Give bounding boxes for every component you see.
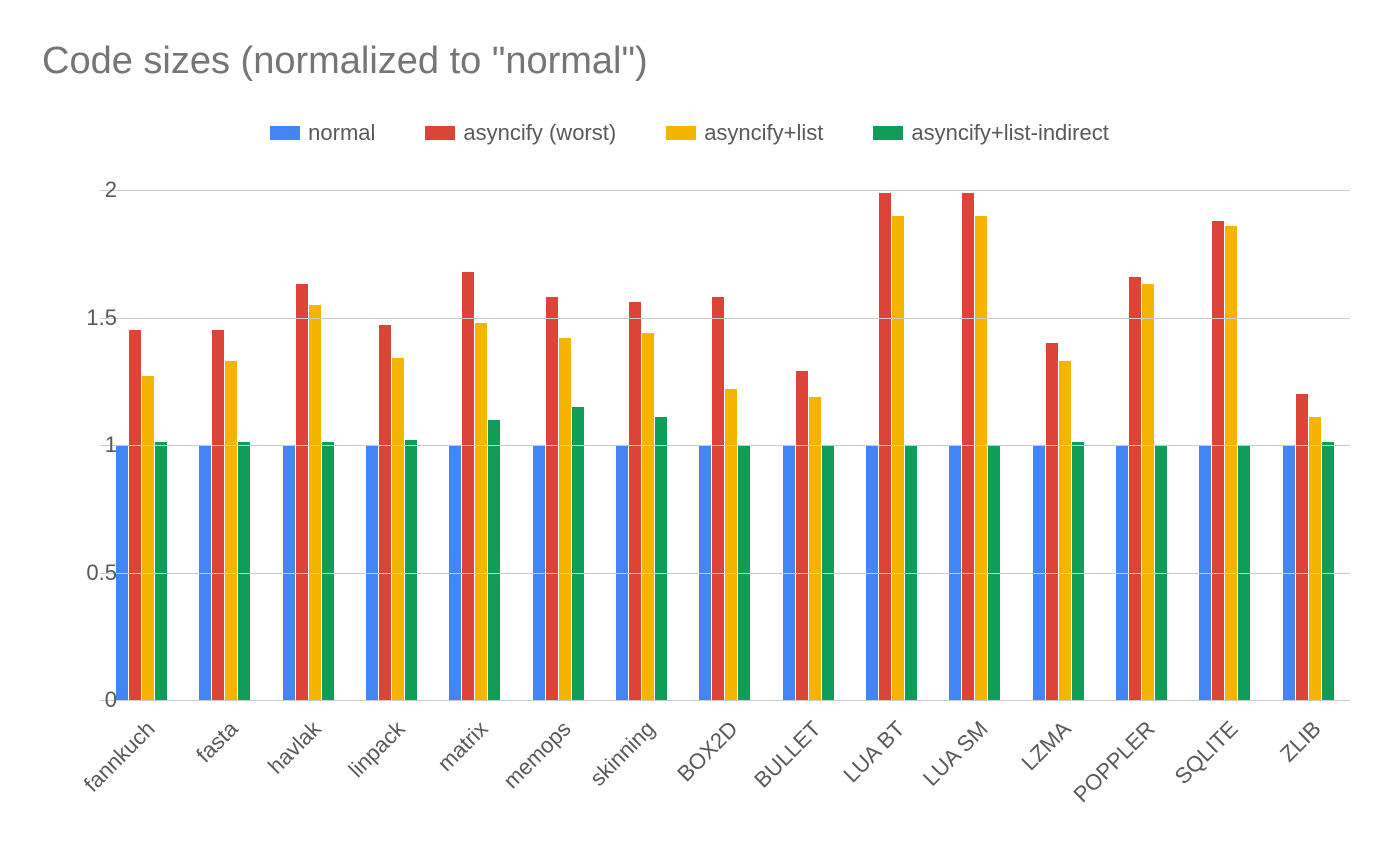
bar xyxy=(892,216,904,701)
x-label-slot: SQLITE xyxy=(1183,704,1266,834)
bar xyxy=(809,397,821,700)
x-tick-label: BOX2D xyxy=(672,716,743,787)
x-label-slot: fannkuch xyxy=(100,704,183,834)
legend-item: asyncify (worst) xyxy=(425,120,616,146)
bar xyxy=(962,193,974,700)
legend-item: asyncify+list xyxy=(666,120,823,146)
chart-title: Code sizes (normalized to "normal") xyxy=(42,40,648,83)
bar xyxy=(559,338,571,700)
x-tick-label: fannkuch xyxy=(79,716,161,798)
x-label-slot: havlak xyxy=(267,704,350,834)
y-tick-label: 2 xyxy=(57,177,117,203)
x-tick-label: ZLIB xyxy=(1275,716,1326,767)
x-label-slot: fasta xyxy=(183,704,266,834)
x-tick-label: havlak xyxy=(263,716,326,779)
bar xyxy=(392,358,404,700)
legend-label: asyncify+list xyxy=(704,120,823,146)
bar xyxy=(572,407,584,700)
bar xyxy=(655,417,667,700)
x-tick-label: fasta xyxy=(191,716,243,768)
bar xyxy=(1072,442,1084,700)
bar xyxy=(462,272,474,700)
bar xyxy=(975,216,987,701)
x-tick-label: matrix xyxy=(433,716,494,777)
x-tick-label: linpack xyxy=(343,716,410,783)
x-label-slot: ZLIB xyxy=(1267,704,1350,834)
bar xyxy=(309,305,321,700)
x-axis-labels: fannkuchfastahavlaklinpackmatrixmemopssk… xyxy=(100,704,1350,834)
gridline xyxy=(100,445,1350,446)
legend-swatch xyxy=(425,126,455,140)
bar xyxy=(1046,343,1058,700)
bar xyxy=(296,284,308,700)
bar xyxy=(1225,226,1237,700)
bar xyxy=(129,330,141,700)
legend-item: asyncify+list-indirect xyxy=(873,120,1108,146)
gridline xyxy=(100,700,1350,701)
bar xyxy=(546,297,558,700)
bar xyxy=(1142,284,1154,700)
legend: normal asyncify (worst) asyncify+list async… xyxy=(0,120,1379,146)
bar xyxy=(1296,394,1308,700)
bar xyxy=(238,442,250,700)
bar xyxy=(225,361,237,700)
legend-item: normal xyxy=(270,120,375,146)
bar xyxy=(405,440,417,700)
x-tick-label: LZMA xyxy=(1017,716,1077,776)
bar xyxy=(322,442,334,700)
bar xyxy=(796,371,808,700)
bar xyxy=(142,376,154,700)
x-label-slot: linpack xyxy=(350,704,433,834)
y-tick-label: 1 xyxy=(57,432,117,458)
bar xyxy=(629,302,641,700)
bar xyxy=(212,330,224,700)
legend-label: asyncify+list-indirect xyxy=(911,120,1108,146)
y-tick-label: 1.5 xyxy=(57,305,117,331)
bar xyxy=(1059,361,1071,700)
bar xyxy=(1129,277,1141,700)
bar xyxy=(1322,442,1334,700)
gridline xyxy=(100,190,1350,191)
bar xyxy=(725,389,737,700)
legend-label: asyncify (worst) xyxy=(463,120,616,146)
bar xyxy=(475,323,487,700)
y-tick-label: 0.5 xyxy=(57,560,117,586)
bar xyxy=(712,297,724,700)
bar xyxy=(1309,417,1321,700)
plot-area xyxy=(100,190,1350,700)
bar xyxy=(879,193,891,700)
x-label-slot: skinning xyxy=(600,704,683,834)
bar xyxy=(642,333,654,700)
bar xyxy=(155,442,167,700)
bar xyxy=(488,420,500,701)
bar xyxy=(1212,221,1224,700)
legend-swatch xyxy=(873,126,903,140)
gridline xyxy=(100,573,1350,574)
x-label-slot: LUA SM xyxy=(933,704,1016,834)
legend-label: normal xyxy=(308,120,375,146)
legend-swatch xyxy=(270,126,300,140)
y-tick-label: 0 xyxy=(57,687,117,713)
legend-swatch xyxy=(666,126,696,140)
gridline xyxy=(100,318,1350,319)
bar xyxy=(379,325,391,700)
chart-container: Code sizes (normalized to "normal") norm… xyxy=(0,0,1379,852)
